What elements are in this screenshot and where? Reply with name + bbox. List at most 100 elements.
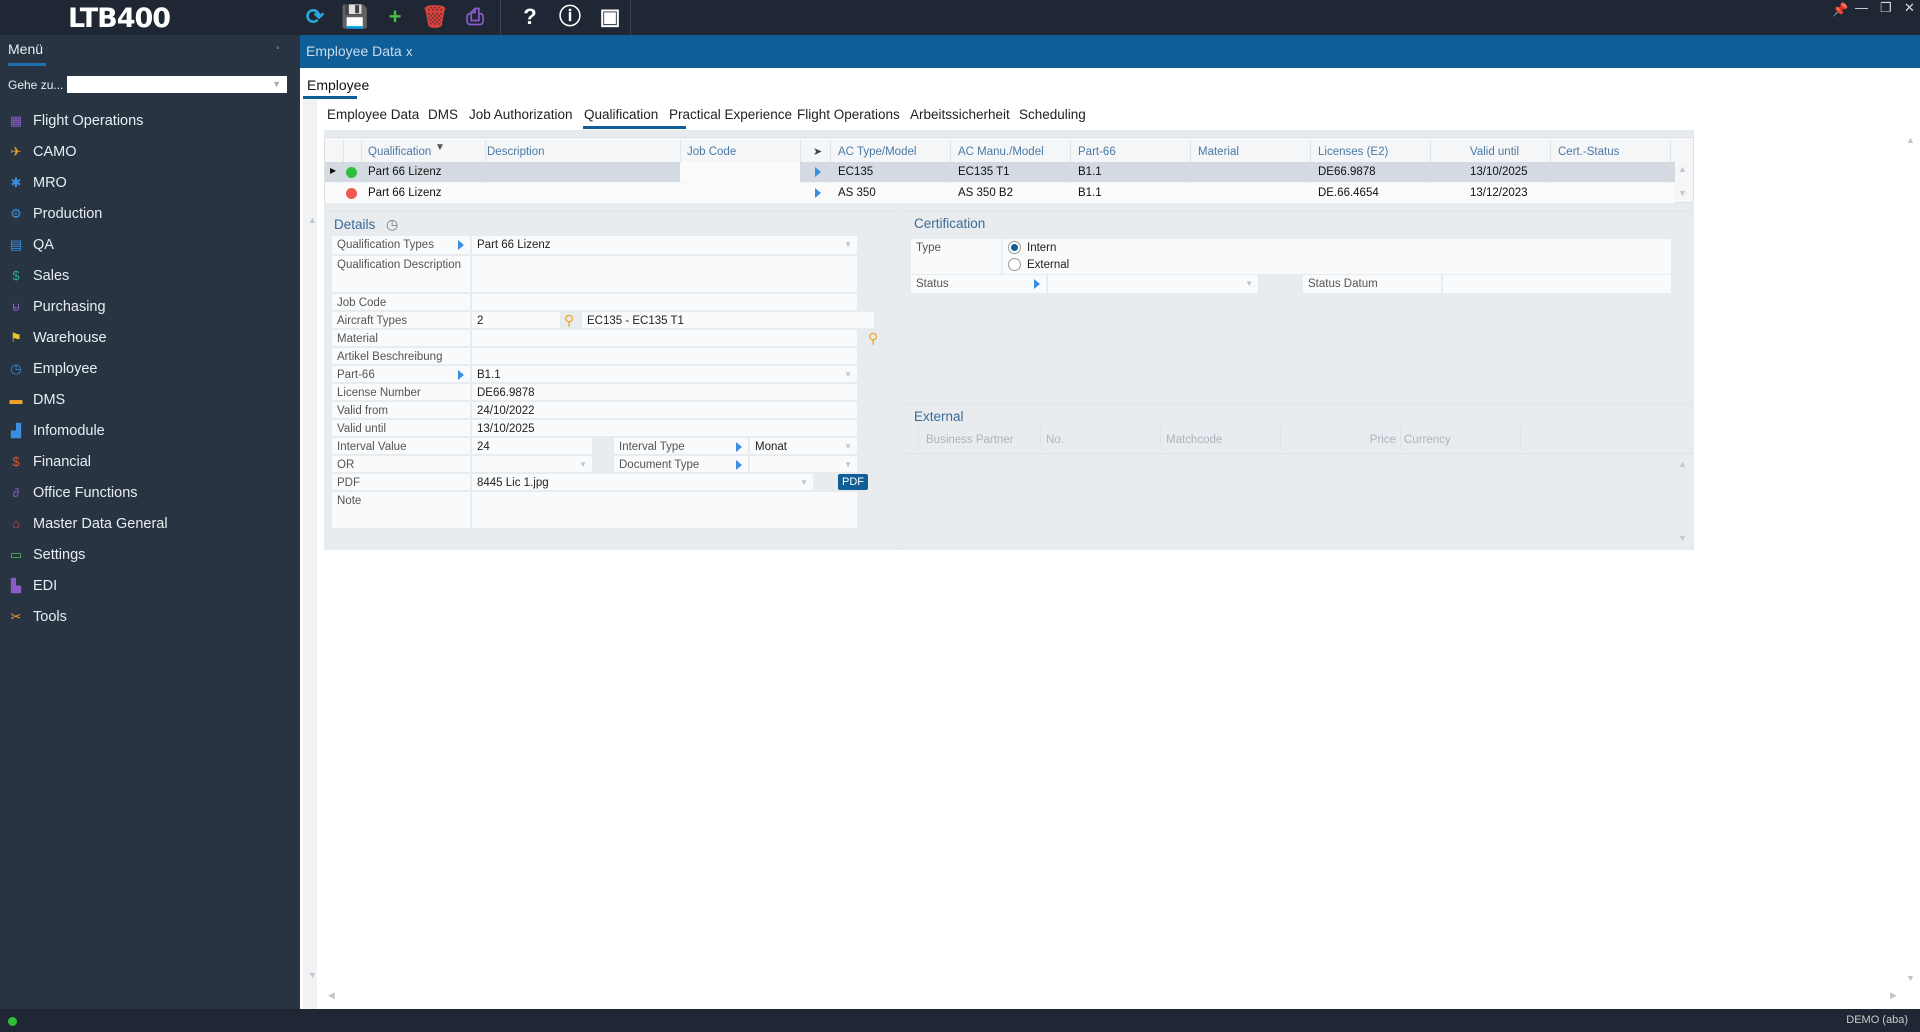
scroll-up-icon[interactable]: ▲: [1678, 459, 1687, 469]
sidebar-item-office-functions[interactable]: ∂ Office Functions: [8, 479, 138, 507]
column-header[interactable]: Licenses (E2): [1318, 146, 1388, 158]
sidebar-item-qa[interactable]: ▤ QA: [8, 231, 54, 259]
chevron-down-icon[interactable]: ▼: [844, 240, 852, 249]
arrow-right-icon[interactable]: [1034, 279, 1040, 289]
goto-input[interactable]: ▼: [67, 76, 287, 93]
sidebar-item-sales[interactable]: $ Sales: [8, 262, 69, 290]
radio-intern[interactable]: Intern: [1008, 241, 1056, 254]
note-field[interactable]: [472, 492, 857, 528]
scroll-right-icon[interactable]: ▶: [1890, 990, 1897, 1001]
sidebar-item-warehouse[interactable]: ⚑ Warehouse: [8, 324, 106, 352]
valid-until-field[interactable]: 13/10/2025: [472, 420, 857, 436]
pin-icon[interactable]: 📌: [1832, 2, 1848, 18]
sidebar-item-master-data-general[interactable]: ⌂ Master Data General: [8, 510, 168, 538]
sidebar-item-tools[interactable]: ✂ Tools: [8, 603, 67, 631]
arrow-right-icon[interactable]: [815, 167, 821, 177]
external-column-header[interactable]: Matchcode: [1166, 434, 1222, 446]
external-column-header[interactable]: Currency: [1404, 434, 1451, 446]
artikel-field[interactable]: [472, 348, 857, 364]
sidebar-item-infomodule[interactable]: ▟ Infomodule: [8, 417, 105, 445]
print-icon[interactable]: ⎙: [460, 3, 490, 31]
external-column-header[interactable]: Business Partner: [926, 434, 1014, 446]
sidebar-item-production[interactable]: ⚙ Production: [8, 200, 102, 228]
sidebar-item-financial[interactable]: $ Financial: [8, 448, 91, 476]
interval-value-field[interactable]: 24: [472, 438, 592, 454]
chevron-down-icon[interactable]: ▼: [800, 478, 808, 487]
sidebar-item-employee[interactable]: ◷ Employee: [8, 355, 97, 383]
arrow-right-icon[interactable]: [458, 240, 464, 250]
column-header[interactable]: Part-66: [1078, 146, 1116, 158]
scroll-up-icon[interactable]: ▲: [1678, 164, 1687, 174]
pdf-button[interactable]: PDF: [838, 474, 868, 490]
help-icon[interactable]: ?: [515, 3, 545, 31]
radio-button[interactable]: [1008, 241, 1021, 254]
sidebar-item-flight-operations[interactable]: ▦ Flight Operations: [8, 107, 144, 135]
scroll-down-icon[interactable]: ▼: [1906, 973, 1915, 983]
scroll-down-icon[interactable]: ▼: [1678, 533, 1687, 543]
subtab-practical-experience[interactable]: Practical Experience: [669, 107, 792, 122]
tab-employee-data[interactable]: Employee Data: [306, 43, 402, 59]
sidebar-item-dms[interactable]: ▬ DMS: [8, 386, 66, 414]
minimize-icon[interactable]: —: [1855, 0, 1868, 15]
history-icon[interactable]: ◷: [386, 216, 398, 233]
arrow-right-icon[interactable]: [458, 370, 464, 380]
subtab-qualification[interactable]: Qualification: [584, 107, 658, 122]
save-icon[interactable]: 💾: [340, 3, 370, 31]
column-header[interactable]: Job Code: [687, 146, 736, 158]
radio-button[interactable]: [1008, 258, 1021, 271]
chevron-down-icon[interactable]: ▼: [272, 79, 281, 89]
license-number-field[interactable]: DE66.9878: [472, 384, 857, 400]
column-header[interactable]: Valid until: [1470, 146, 1519, 158]
search-icon[interactable]: ⚲: [564, 312, 574, 329]
column-header[interactable]: Material: [1198, 146, 1239, 158]
chevron-down-icon[interactable]: ▼: [844, 370, 852, 379]
sidebar-item-purchasing[interactable]: ⊌ Purchasing: [8, 293, 105, 321]
qualification-description-field[interactable]: [472, 256, 857, 292]
scroll-down-icon[interactable]: ▼: [308, 970, 317, 980]
chevron-down-icon[interactable]: ▼: [579, 460, 587, 469]
arrow-right-icon[interactable]: [736, 460, 742, 470]
chevron-down-icon[interactable]: ▼: [844, 460, 852, 469]
scroll-up-icon[interactable]: ▲: [1906, 135, 1915, 145]
external-column-header[interactable]: No.: [1046, 434, 1064, 446]
status-datum-field[interactable]: [1443, 275, 1671, 293]
subtab-arbeitssicherheit[interactable]: Arbeitssicherheit: [910, 107, 1010, 122]
radio-external[interactable]: External: [1008, 258, 1069, 271]
section-tab-employee[interactable]: Employee: [307, 77, 369, 93]
subtab-dms[interactable]: DMS: [428, 107, 458, 122]
material-field[interactable]: [472, 330, 857, 346]
or-field[interactable]: ▼: [472, 456, 592, 472]
document-type-select[interactable]: ▼: [750, 456, 857, 472]
scroll-down-icon[interactable]: ▼: [1678, 188, 1687, 198]
qualification-types-field[interactable]: Part 66 Lizenz ▼: [472, 236, 857, 254]
subtab-employee-data[interactable]: Employee Data: [327, 107, 419, 122]
search-icon[interactable]: ⚲: [868, 330, 878, 347]
status-select[interactable]: ▼: [1048, 275, 1258, 293]
expand-arrow-icon[interactable]: ➤: [813, 145, 822, 158]
sidebar-item-settings[interactable]: ▭ Settings: [8, 541, 86, 569]
aircraft-types-count[interactable]: 2: [472, 312, 560, 328]
restore-icon[interactable]: ❐: [1880, 0, 1892, 16]
close-window-icon[interactable]: ✕: [1904, 0, 1915, 16]
column-header[interactable]: Cert.-Status: [1558, 146, 1619, 158]
info-icon[interactable]: ⓘ: [555, 3, 585, 31]
filter-icon[interactable]: ▼: [435, 142, 445, 153]
column-header[interactable]: AC Type/Model: [838, 146, 916, 158]
job-code-field[interactable]: [472, 294, 857, 310]
refresh-icon[interactable]: ⟳: [300, 3, 330, 31]
close-tab-icon[interactable]: x: [406, 44, 413, 59]
delete-icon[interactable]: 🗑: [420, 3, 450, 31]
pin-icon[interactable]: ▪: [276, 43, 280, 54]
chevron-down-icon[interactable]: ▼: [1245, 279, 1253, 288]
pdf-select[interactable]: 8445 Lic 1.jpg ▼: [472, 474, 813, 490]
column-header[interactable]: Description: [487, 146, 545, 158]
column-header[interactable]: AC Manu./Model: [958, 146, 1044, 158]
sidebar-item-camo[interactable]: ✈ CAMO: [8, 138, 77, 166]
scroll-left-icon[interactable]: ◀: [328, 990, 335, 1001]
scroll-up-icon[interactable]: ▲: [308, 215, 317, 225]
valid-from-field[interactable]: 24/10/2022: [472, 402, 857, 418]
subtab-flight-operations[interactable]: Flight Operations: [797, 107, 900, 122]
add-icon[interactable]: +: [380, 3, 410, 31]
table-row[interactable]: ▶ Part 66 Lizenz EC135 EC135 T1 B1.1 DE66.98…: [325, 162, 1675, 182]
arrow-right-icon[interactable]: [815, 188, 821, 198]
